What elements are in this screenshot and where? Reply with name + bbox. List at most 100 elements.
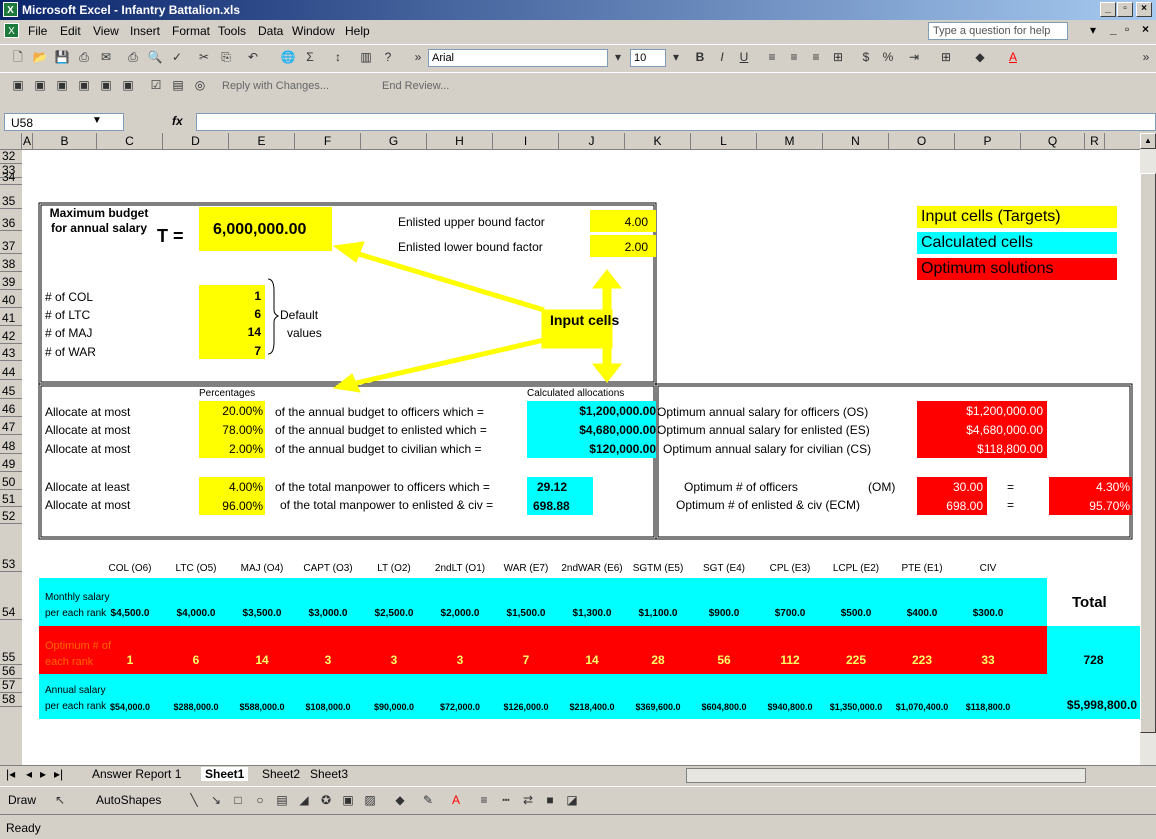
draw-font-color-icon[interactable]: A [448, 792, 464, 808]
alloc-civilian-value-cell[interactable]: $120,000.00 [527, 439, 656, 458]
row-header-43[interactable]: 43 [0, 344, 22, 361]
optimum-count-cell[interactable]: 14 [559, 653, 625, 667]
ltc-count-cell[interactable]: 6 [199, 307, 261, 321]
annual-salary-cell[interactable]: $604,800.0 [691, 702, 757, 712]
monthly-salary-cell[interactable]: $4,500.0 [97, 608, 163, 619]
autosum-icon[interactable]: Σ [302, 49, 318, 65]
undo-icon[interactable]: ↶ [245, 49, 261, 65]
prev-sheet-icon[interactable]: ◂ [26, 767, 32, 781]
new-icon[interactable]: 🗋 [10, 49, 26, 65]
arrow-style-icon[interactable]: ⇄ [520, 792, 536, 808]
review-icon-2[interactable]: ▣ [32, 77, 48, 93]
row-header-42[interactable]: 42 [0, 326, 22, 344]
menu-file[interactable]: File [28, 24, 47, 38]
optimum-count-cell[interactable]: 112 [757, 653, 823, 667]
workbook-icon[interactable]: X [4, 23, 19, 38]
align-center-icon[interactable]: ≡ [786, 49, 802, 65]
review-icon-8[interactable]: ◎ [192, 77, 208, 93]
print-preview-icon[interactable]: 🔍 [147, 49, 163, 65]
select-objects-icon[interactable]: ↖ [52, 792, 68, 808]
row-header-32[interactable]: 32 [0, 150, 22, 164]
monthly-salary-cell[interactable]: $1,100.0 [625, 608, 691, 619]
optimum-count-cell[interactable]: 33 [955, 653, 1021, 667]
toolbar-options-icon[interactable]: » [410, 49, 426, 65]
horizontal-scrollbar[interactable] [686, 768, 1086, 783]
optimum-count-cell[interactable]: 28 [625, 653, 691, 667]
worksheet-grid[interactable]: Maximum budget for annual salary T = 6,0… [22, 150, 1140, 765]
row-header-34[interactable]: 34 [0, 171, 22, 185]
annual-salary-cell[interactable]: $218,400.0 [559, 702, 625, 712]
close-button[interactable]: × [1136, 2, 1152, 17]
column-header-c[interactable]: C [97, 133, 163, 150]
row-header-51[interactable]: 51 [0, 490, 22, 507]
monthly-salary-cell[interactable]: $700.0 [757, 608, 823, 619]
enlisted-upper-cell[interactable]: 4.00 [590, 210, 656, 232]
review-icon-7[interactable]: ▤ [170, 77, 186, 93]
opt-civilian-cell[interactable]: $118,800.00 [917, 439, 1047, 458]
name-box-dropdown-icon[interactable]: ▼ [92, 115, 102, 126]
vertical-scrollbar[interactable]: ▲ [1140, 133, 1156, 765]
opt-enlisted-cell[interactable]: $4,680,000.00 [917, 420, 1047, 439]
monthly-salary-cell[interactable]: $4,000.0 [163, 608, 229, 619]
open-icon[interactable]: 📂 [32, 49, 48, 65]
monthly-salary-cell[interactable]: $3,000.0 [295, 608, 361, 619]
sort-ascending-icon[interactable]: ↕ [330, 49, 346, 65]
menu-view[interactable]: View [93, 24, 119, 38]
annual-salary-cell[interactable]: $72,000.0 [427, 702, 493, 712]
menu-tools[interactable]: Tools [218, 24, 246, 38]
review-icon-4[interactable]: ▣ [76, 77, 92, 93]
track-changes-icon[interactable]: ☑ [148, 77, 164, 93]
opt-total-cell[interactable]: 728 [1047, 653, 1140, 667]
merge-center-icon[interactable]: ⊞ [830, 49, 846, 65]
line-style-icon[interactable]: ≡ [476, 792, 492, 808]
column-header-l[interactable]: L [691, 133, 757, 150]
menu-insert[interactable]: Insert [130, 24, 160, 38]
toolbar-overflow-icon[interactable]: » [1138, 49, 1154, 65]
man-officers-pct-cell[interactable]: 4.00% [199, 477, 265, 496]
rank-header-13[interactable]: PTE (E1) [889, 563, 955, 574]
first-sheet-icon[interactable]: |◂ [6, 767, 15, 781]
annual-salary-cell[interactable]: $940,800.0 [757, 702, 823, 712]
size-dropdown-icon[interactable]: ▾ [668, 49, 684, 65]
enlisted-lower-cell[interactable]: 2.00 [590, 235, 656, 257]
reply-with-changes-button[interactable]: Reply with Changes... [222, 80, 329, 92]
rank-header-2[interactable]: LTC (O5) [163, 563, 229, 574]
alloc-enlisted-value-cell[interactable]: $4,680,000.00 [527, 420, 656, 439]
column-header-g[interactable]: G [361, 133, 427, 150]
row-header-50[interactable]: 50 [0, 472, 22, 490]
borders-icon[interactable]: ⊞ [938, 49, 954, 65]
optimum-count-cell[interactable]: 3 [361, 653, 427, 667]
underline-icon[interactable]: U [736, 49, 752, 65]
annual-salary-cell[interactable]: $108,000.0 [295, 702, 361, 712]
alloc-officers-value-cell[interactable]: $1,200,000.00 [527, 401, 656, 420]
row-header-36[interactable]: 36 [0, 209, 22, 231]
percent-icon[interactable]: % [880, 49, 896, 65]
insert-function-icon[interactable]: fx [172, 114, 183, 128]
picture-icon[interactable]: ▨ [362, 792, 378, 808]
row-header-45[interactable]: 45 [0, 380, 22, 399]
t-value-cell[interactable]: 6,000,000.00 [199, 207, 332, 251]
rank-header-9[interactable]: SGTM (E5) [625, 563, 691, 574]
line-icon[interactable]: ╲ [186, 792, 202, 808]
row-header-56[interactable]: 56 [0, 665, 22, 679]
email-icon[interactable]: ✉ [98, 49, 114, 65]
opt-enlisted-count-cell[interactable]: 698.00 [917, 496, 987, 515]
hyperlink-icon[interactable]: 🌐 [280, 49, 296, 65]
column-header-q[interactable]: Q [1021, 133, 1085, 150]
review-icon-1[interactable]: ▣ [10, 77, 26, 93]
next-sheet-icon[interactable]: ▸ [40, 767, 46, 781]
monthly-salary-cell[interactable]: $1,300.0 [559, 608, 625, 619]
line-color-icon[interactable]: ✎ [420, 792, 436, 808]
font-name-select[interactable]: Arial [428, 49, 608, 67]
shadow-icon[interactable]: ■ [542, 792, 558, 808]
column-header-m[interactable]: M [757, 133, 823, 150]
column-header-r[interactable]: R [1085, 133, 1105, 150]
menu-data[interactable]: Data [258, 24, 283, 38]
align-left-icon[interactable]: ≡ [764, 49, 780, 65]
doc-minimize-button[interactable]: _ [1110, 22, 1117, 36]
annual-salary-cell[interactable]: $1,350,000.0 [823, 702, 889, 712]
doc-close-button[interactable]: × [1142, 22, 1149, 36]
optimum-count-cell[interactable]: 7 [493, 653, 559, 667]
permission-icon[interactable]: ⎙ [76, 49, 92, 65]
help-search-input[interactable]: Type a question for help [928, 22, 1068, 40]
